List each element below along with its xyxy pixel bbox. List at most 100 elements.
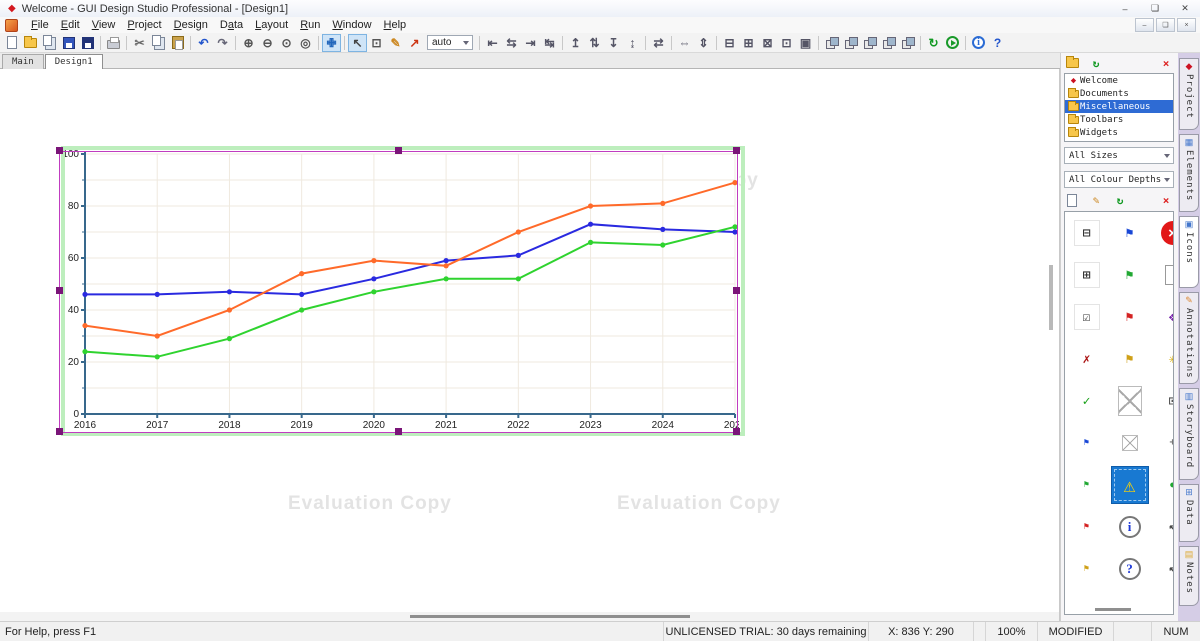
close-folders-button[interactable]: × (1158, 56, 1174, 70)
selection-handle[interactable] (733, 287, 740, 294)
bring-forward[interactable] (860, 34, 879, 52)
pan-tool[interactable]: ✙ (322, 34, 341, 52)
folder-item-toolbars[interactable]: Toolbars (1065, 113, 1173, 126)
error-icon-cell[interactable]: × (1160, 220, 1175, 246)
space-across[interactable]: ↹ (540, 34, 559, 52)
refresh-folders-button[interactable]: ↻ (1088, 56, 1104, 70)
side-tab-annotations[interactable]: ✎Annotations (1179, 292, 1199, 384)
selection-handle[interactable] (56, 287, 63, 294)
same-height[interactable]: ⊞ (739, 34, 758, 52)
send-backward[interactable] (879, 34, 898, 52)
checkbox-indeterminate-icon-cell[interactable]: ⊟ (1074, 220, 1100, 246)
flag-gold-icon-cell[interactable]: ⚑ (1117, 346, 1143, 372)
bring-to-front[interactable] (822, 34, 841, 52)
info-bubble-icon-cell[interactable]: i (1117, 514, 1143, 540)
new-folder-button[interactable] (1064, 56, 1080, 70)
info[interactable]: i (969, 34, 988, 52)
paste[interactable] (168, 34, 187, 52)
same-size[interactable]: ⊠ (758, 34, 777, 52)
swap-elements[interactable]: ⇄ (649, 34, 668, 52)
warning-icon-cell[interactable]: ⚠ (1111, 466, 1149, 504)
selection-handle[interactable] (733, 147, 740, 154)
cut[interactable]: ✂ (130, 34, 149, 52)
save-all[interactable] (78, 34, 97, 52)
flag-green-icon-cell[interactable]: ⚑ (1117, 262, 1143, 288)
no-image-icon-cell[interactable] (1117, 388, 1143, 414)
align-right[interactable]: ⇥ (521, 34, 540, 52)
checkbox-expand-icon-cell[interactable]: ⊞ (1074, 262, 1100, 288)
minimize-button[interactable]: – (1110, 0, 1140, 17)
tab-design1[interactable]: Design1 (45, 54, 103, 69)
side-tab-notes[interactable]: ▤Notes (1179, 546, 1199, 606)
open-design[interactable] (40, 34, 59, 52)
menu-layout[interactable]: Layout (249, 18, 294, 32)
selection-handle[interactable] (56, 428, 63, 435)
zoom-out[interactable]: ⊖ (258, 34, 277, 52)
check-green-icon-cell[interactable]: ✓ (1074, 388, 1100, 414)
depth-filter-dropdown[interactable]: All Colour Depths (1064, 171, 1174, 188)
send-to-back[interactable] (841, 34, 860, 52)
folder-item-miscellaneous[interactable]: Miscellaneous (1065, 100, 1173, 113)
cursor-icon-cell[interactable]: ↖ (1160, 514, 1175, 540)
pennant-gold-icon-cell[interactable]: ⚑ (1074, 556, 1100, 582)
new-icon-button[interactable] (1064, 193, 1080, 207)
pennant-green-icon-cell[interactable]: ⚑ (1074, 472, 1100, 498)
folder-item-welcome[interactable]: ◆Welcome (1065, 74, 1173, 87)
select-tool[interactable]: ↖ (348, 34, 367, 52)
side-tab-icons[interactable]: ▣Icons (1179, 216, 1199, 288)
no-image-small-icon-cell[interactable] (1117, 430, 1143, 456)
style-tool[interactable]: ✎ (386, 34, 405, 52)
line-chart[interactable]: 0204060801002016201720182019202020212022… (60, 150, 739, 430)
cross-red-icon-cell[interactable]: ✗ (1074, 346, 1100, 372)
checkbox-checked-icon-cell[interactable]: ☑ (1074, 304, 1100, 330)
side-tab-data[interactable]: ⊞Data (1179, 484, 1199, 542)
select-parts-tool[interactable]: ⊡ (367, 34, 386, 52)
dot-green-icon-cell[interactable]: ● (1160, 472, 1175, 498)
cursor-alt-icon-cell[interactable]: ↖ (1160, 556, 1175, 582)
menu-data[interactable]: Data (214, 18, 249, 32)
align-centre[interactable]: ⇆ (502, 34, 521, 52)
fit-width[interactable]: ⇔ (675, 34, 694, 52)
edit-icon-button[interactable]: ✎ (1088, 193, 1104, 207)
selection-handle[interactable] (56, 147, 63, 154)
align-middle[interactable]: ⇅ (585, 34, 604, 52)
canvas-horizontal-scrollbar[interactable] (0, 612, 1059, 621)
menu-project[interactable]: Project (121, 18, 167, 32)
refresh-icons-button[interactable]: ↻ (1112, 193, 1128, 207)
flag-red-icon-cell[interactable]: ⚑ (1117, 304, 1143, 330)
menu-window[interactable]: Window (326, 18, 377, 32)
mdi-restore-button[interactable]: ❏ (1156, 18, 1175, 32)
size-to-grid[interactable]: ▣ (796, 34, 815, 52)
group-elements[interactable] (898, 34, 917, 52)
zoom-actual[interactable]: ⊙ (277, 34, 296, 52)
side-tab-elements[interactable]: ▦Elements (1179, 134, 1199, 212)
menu-edit[interactable]: Edit (55, 18, 86, 32)
design-canvas[interactable]: 0204060801002016201720182019202020212022… (0, 69, 1060, 621)
close-button[interactable]: ✕ (1170, 0, 1200, 17)
fit-height[interactable]: ⇕ (694, 34, 713, 52)
print[interactable] (104, 34, 123, 52)
menu-view[interactable]: View (86, 18, 122, 32)
mdi-minimize-button[interactable]: – (1135, 18, 1154, 32)
save[interactable] (59, 34, 78, 52)
size-filter-dropdown[interactable]: All Sizes (1064, 147, 1174, 164)
open[interactable] (21, 34, 40, 52)
align-left[interactable]: ⇤ (483, 34, 502, 52)
icon-grid-scrollbar-thumb[interactable] (1095, 608, 1131, 611)
size-to-fit[interactable]: ⊡ (777, 34, 796, 52)
canvas-horizontal-scrollbar-thumb[interactable] (410, 615, 690, 618)
close-icons-button[interactable]: × (1158, 193, 1174, 207)
pennant-blue-icon-cell[interactable]: ⚑ (1074, 430, 1100, 456)
menu-file[interactable]: File (25, 18, 55, 32)
same-width[interactable]: ⊟ (720, 34, 739, 52)
edit-document-icon-cell[interactable] (1160, 262, 1175, 288)
selection-handle[interactable] (395, 147, 402, 154)
sparkle-icon-cell[interactable]: ✳ (1160, 346, 1175, 372)
run-design[interactable] (943, 34, 962, 52)
tab-main[interactable]: Main (2, 54, 44, 69)
zoom-fit[interactable]: ◎ (296, 34, 315, 52)
mdi-close-button[interactable]: × (1177, 18, 1196, 32)
small-box-icon-cell[interactable]: ⊡ (1160, 388, 1175, 414)
question-bubble-icon-cell[interactable]: ? (1117, 556, 1143, 582)
refresh[interactable]: ↻ (924, 34, 943, 52)
